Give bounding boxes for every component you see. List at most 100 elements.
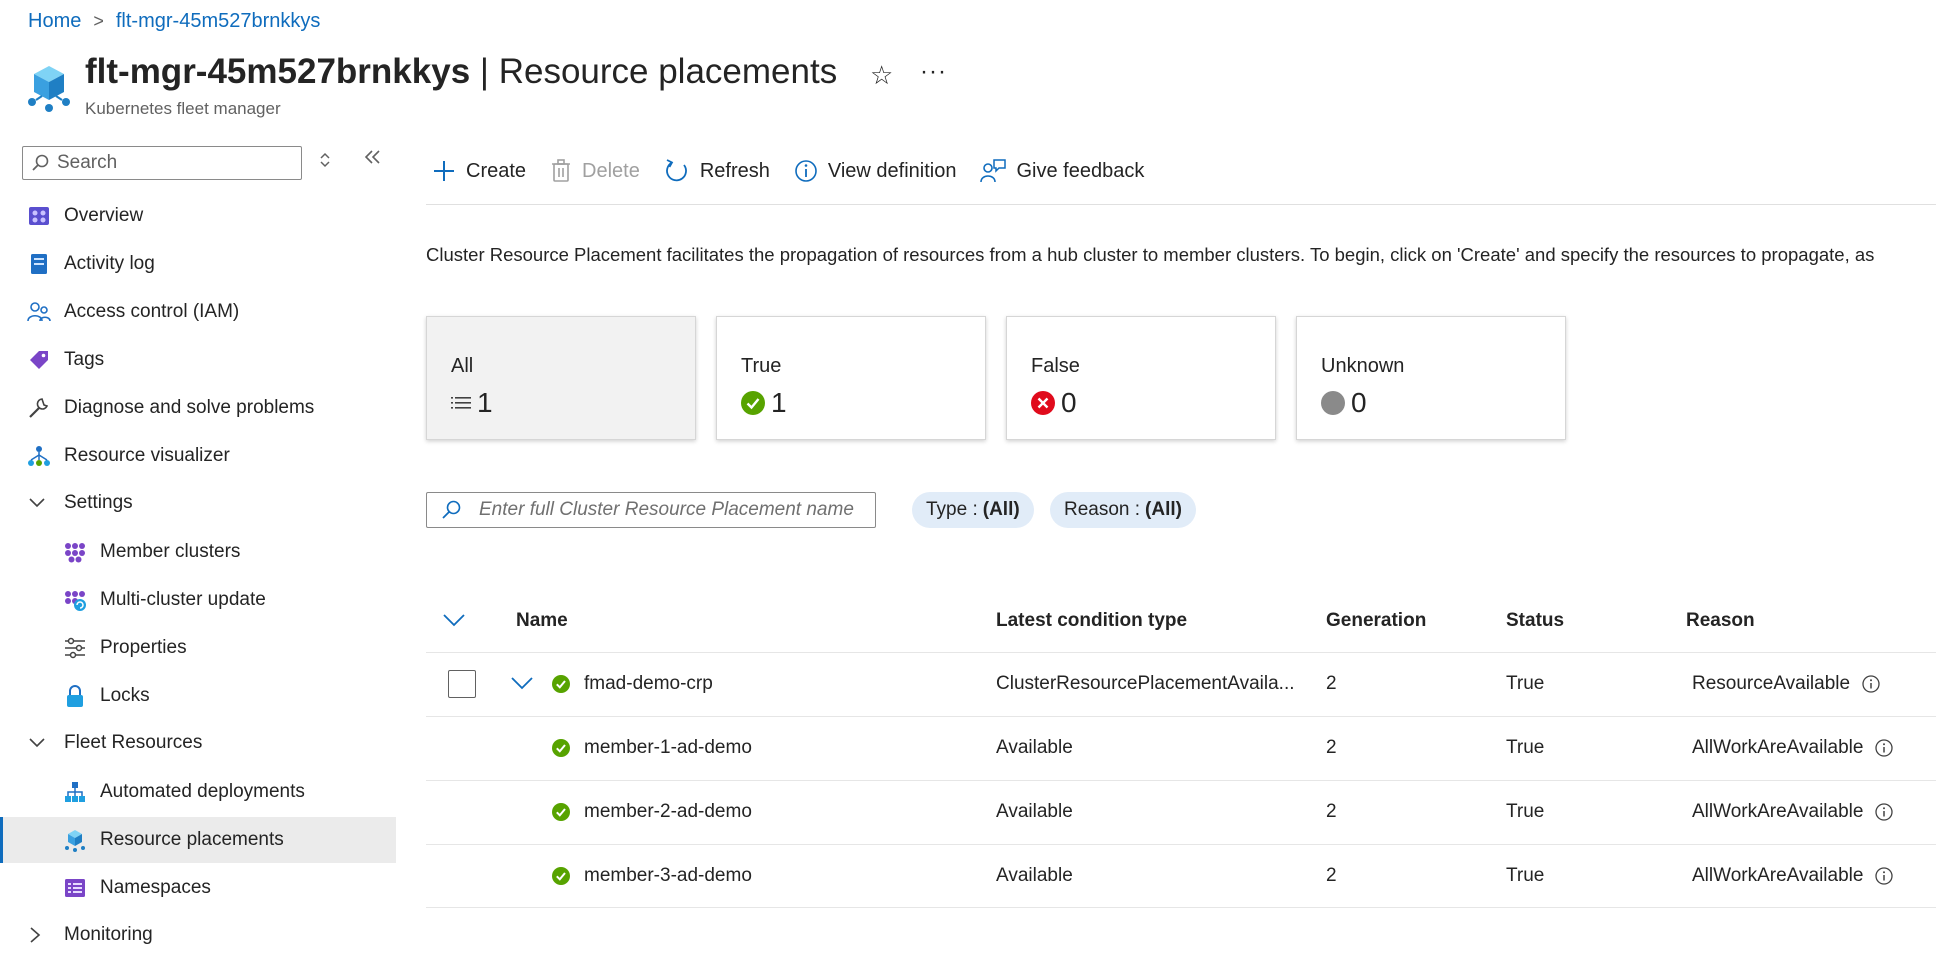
- sidebar-group-monitoring[interactable]: Monitoring: [0, 912, 396, 958]
- column-header-condition[interactable]: Latest condition type: [996, 610, 1187, 632]
- status-cell: True: [1506, 673, 1545, 694]
- generation-cell: 2: [1326, 801, 1337, 822]
- name-filter[interactable]: [426, 492, 876, 528]
- row-checkbox[interactable]: [448, 670, 476, 698]
- namespaces-icon: [62, 875, 88, 901]
- lock-icon: [62, 683, 88, 709]
- sidebar-item-namespaces[interactable]: Namespaces: [0, 865, 396, 911]
- sort-toggle-icon[interactable]: [318, 150, 332, 170]
- condition-cell: Available: [996, 801, 1073, 822]
- delete-button[interactable]: Delete: [550, 159, 640, 183]
- unknown-icon: [1321, 391, 1345, 415]
- generation-cell: 2: [1326, 673, 1337, 694]
- chevron-down-icon[interactable]: [510, 675, 534, 691]
- info-icon[interactable]: [1875, 739, 1894, 757]
- table-row[interactable]: member-2-ad-demo Available 2 True AllWor…: [426, 780, 1936, 844]
- activity-log-icon: [26, 251, 52, 277]
- page-title-separator: |: [470, 52, 499, 91]
- sidebar-item-label: Overview: [64, 205, 144, 226]
- sidebar-item-diagnose[interactable]: Diagnose and solve problems: [0, 385, 396, 431]
- card-count: 0: [1351, 387, 1367, 418]
- sidebar-group-settings[interactable]: Settings: [0, 480, 396, 526]
- sidebar-item-iam[interactable]: Access control (IAM): [0, 289, 396, 335]
- expand-all-icon[interactable]: [442, 612, 466, 628]
- card-count: 1: [771, 387, 787, 418]
- info-icon[interactable]: [1862, 675, 1880, 693]
- column-header-reason[interactable]: Reason: [1686, 610, 1755, 632]
- reason-cell: ResourceAvailable: [1692, 673, 1880, 695]
- status-card-unknown[interactable]: Unknown 0: [1296, 316, 1566, 440]
- view-definition-button[interactable]: View definition: [794, 159, 956, 183]
- sidebar-item-label: Properties: [100, 637, 187, 658]
- create-button[interactable]: Create: [432, 159, 526, 183]
- page-title-section: Resource placements: [498, 52, 838, 91]
- sidebar-item-label: Member clusters: [100, 541, 241, 562]
- refresh-button[interactable]: Refresh: [664, 158, 770, 184]
- condition-cell: Available: [996, 737, 1073, 758]
- sidebar-item-tags[interactable]: Tags: [0, 337, 396, 383]
- reason-filter-pill[interactable]: Reason : (All): [1050, 492, 1196, 528]
- sidebar-item-label: Multi-cluster update: [100, 589, 266, 610]
- collapse-sidebar-icon[interactable]: [362, 146, 384, 168]
- sidebar-item-multi-cluster-update[interactable]: Multi-cluster update: [0, 577, 396, 623]
- status-card-true[interactable]: True 1: [716, 316, 986, 440]
- reason-text: AllWorkAreAvailable: [1692, 865, 1864, 886]
- sidebar-search[interactable]: [22, 146, 302, 180]
- column-header-status[interactable]: Status: [1506, 610, 1564, 632]
- give-feedback-label: Give feedback: [1016, 159, 1145, 182]
- reason-cell: AllWorkAreAvailable: [1692, 865, 1894, 887]
- toolbar-divider: [426, 204, 1936, 205]
- member-name-cell: member-1-ad-demo: [584, 737, 752, 758]
- chevron-down-icon: [28, 497, 48, 509]
- sidebar-search-input[interactable]: [55, 151, 279, 175]
- sidebar-group-fleet-resources[interactable]: Fleet Resources: [0, 720, 396, 766]
- column-header-generation[interactable]: Generation: [1326, 610, 1426, 632]
- wrench-icon: [26, 395, 52, 421]
- sidebar-item-label: Locks: [100, 685, 150, 706]
- status-card-all[interactable]: All 1: [426, 316, 696, 440]
- breadcrumb: Home > flt-mgr-45m527brnkkys: [28, 10, 320, 33]
- breadcrumb-home-link[interactable]: Home: [28, 10, 81, 33]
- give-feedback-button[interactable]: Give feedback: [980, 158, 1144, 184]
- type-filter-pill[interactable]: Type : (All): [912, 492, 1034, 528]
- success-icon: [552, 675, 570, 693]
- table-row[interactable]: fmad-demo-crp ClusterResourcePlacementAv…: [426, 652, 1936, 716]
- name-filter-input[interactable]: [477, 498, 871, 522]
- status-cell: True: [1506, 737, 1545, 758]
- visualizer-icon: [26, 443, 52, 469]
- crp-name-link[interactable]: fmad-demo-crp: [584, 673, 713, 695]
- sidebar-item-label: Tags: [64, 349, 105, 370]
- sidebar-item-label: Diagnose and solve problems: [64, 397, 315, 418]
- sidebar-item-properties[interactable]: Properties: [0, 625, 396, 671]
- more-actions-icon[interactable]: ···: [920, 58, 947, 86]
- sidebar-group-label: Monitoring: [64, 924, 153, 945]
- sidebar-item-resource-visualizer[interactable]: Resource visualizer: [0, 433, 396, 479]
- card-label: True: [741, 355, 782, 377]
- favorite-star-icon[interactable]: ☆: [870, 60, 893, 91]
- table-row[interactable]: member-1-ad-demo Available 2 True AllWor…: [426, 716, 1936, 780]
- sidebar-item-resource-placements[interactable]: Resource placements: [0, 817, 396, 863]
- table-header: Name Latest condition type Generation St…: [426, 600, 1936, 652]
- info-icon[interactable]: [1875, 803, 1894, 821]
- info-icon[interactable]: [1875, 867, 1894, 885]
- card-value: 0: [1321, 387, 1367, 419]
- search-icon: [31, 154, 49, 172]
- automated-deployments-icon: [62, 779, 88, 805]
- iam-icon: [26, 299, 52, 325]
- sidebar-item-activity-log[interactable]: Activity log: [0, 241, 396, 287]
- sidebar-item-locks[interactable]: Locks: [0, 673, 396, 719]
- sidebar-item-automated-deployments[interactable]: Automated deployments: [0, 769, 396, 815]
- generation-cell: 2: [1326, 865, 1337, 886]
- breadcrumb-resource-link[interactable]: flt-mgr-45m527brnkkys: [116, 10, 321, 33]
- trash-icon: [550, 159, 572, 183]
- reason-text: AllWorkAreAvailable: [1692, 737, 1864, 758]
- table-row[interactable]: member-3-ad-demo Available 2 True AllWor…: [426, 844, 1936, 908]
- status-card-false[interactable]: False 0: [1006, 316, 1276, 440]
- chevron-down-icon: [28, 737, 48, 749]
- sidebar-item-label: Access control (IAM): [64, 301, 240, 322]
- sidebar-item-overview[interactable]: Overview: [0, 193, 396, 239]
- member-clusters-icon: [62, 539, 88, 565]
- fleet-manager-icon: [24, 62, 74, 112]
- column-header-name[interactable]: Name: [516, 610, 568, 632]
- sidebar-item-member-clusters[interactable]: Member clusters: [0, 529, 396, 575]
